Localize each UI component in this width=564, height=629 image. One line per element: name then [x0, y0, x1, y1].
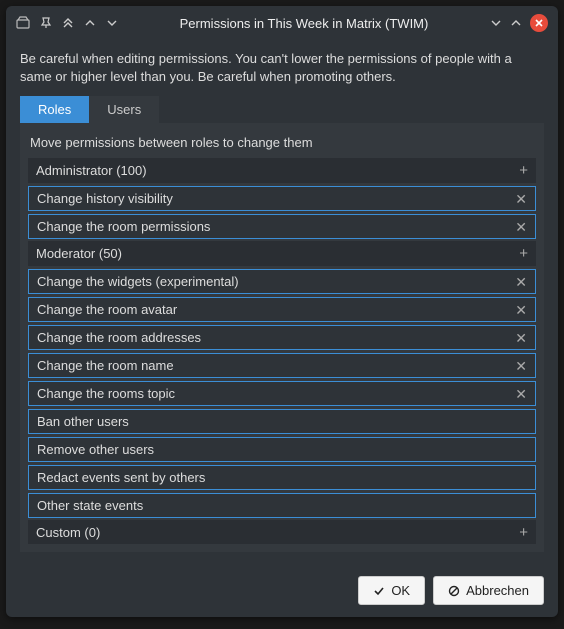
plus-icon[interactable]: + — [519, 246, 528, 261]
remove-icon[interactable]: ✕ — [515, 220, 527, 234]
permission-row[interactable]: Change the widgets (experimental) ✕ — [28, 269, 536, 294]
app-icon — [16, 16, 30, 30]
close-button[interactable] — [530, 14, 548, 32]
permission-row[interactable]: Change the room avatar ✕ — [28, 297, 536, 322]
chevron-up-icon[interactable] — [84, 17, 96, 29]
permission-label: Change the room addresses — [37, 330, 201, 345]
remove-icon[interactable]: ✕ — [515, 275, 527, 289]
permission-row[interactable]: Change the room name ✕ — [28, 353, 536, 378]
tabs: Roles Users — [20, 96, 159, 123]
plus-icon[interactable]: + — [519, 163, 528, 178]
chevron-down-small-icon[interactable] — [106, 17, 118, 29]
remove-icon[interactable]: ✕ — [515, 359, 527, 373]
pin-icon[interactable] — [40, 17, 52, 29]
permission-row[interactable]: Redact events sent by others — [28, 465, 536, 490]
permission-label: Ban other users — [37, 414, 129, 429]
permission-label: Other state events — [37, 498, 143, 513]
roles-panel: Move permissions between roles to change… — [20, 123, 544, 552]
ok-label: OK — [391, 583, 410, 598]
role-header[interactable]: Moderator (50) + — [28, 241, 536, 266]
permission-row[interactable]: Change history visibility ✕ — [28, 186, 536, 211]
close-icon — [534, 18, 544, 28]
double-chevron-up-icon[interactable] — [62, 17, 74, 29]
dialog-content: Be careful when editing permissions. You… — [6, 40, 558, 564]
role-header[interactable]: Administrator (100) + — [28, 158, 536, 183]
permission-row[interactable]: Change the room addresses ✕ — [28, 325, 536, 350]
permission-label: Change the room permissions — [37, 219, 210, 234]
permission-row[interactable]: Ban other users — [28, 409, 536, 434]
permission-label: Change history visibility — [37, 191, 173, 206]
role-label: Administrator (100) — [36, 163, 147, 178]
titlebar: Permissions in This Week in Matrix (TWIM… — [6, 6, 558, 40]
window-title: Permissions in This Week in Matrix (TWIM… — [118, 16, 490, 31]
ok-button[interactable]: OK — [358, 576, 425, 605]
remove-icon[interactable]: ✕ — [515, 303, 527, 317]
permission-row[interactable]: Other state events — [28, 493, 536, 518]
dialog-footer: OK Abbrechen — [6, 564, 558, 617]
role-label: Moderator (50) — [36, 246, 122, 261]
permission-label: Change the room name — [37, 358, 174, 373]
remove-icon[interactable]: ✕ — [515, 331, 527, 345]
permission-label: Change the widgets (experimental) — [37, 274, 239, 289]
permission-label: Redact events sent by others — [37, 470, 205, 485]
permission-row[interactable]: Change the room permissions ✕ — [28, 214, 536, 239]
check-icon — [373, 585, 385, 597]
permission-row[interactable]: Remove other users — [28, 437, 536, 462]
role-label: Custom (0) — [36, 525, 100, 540]
cancel-icon — [448, 585, 460, 597]
cancel-button[interactable]: Abbrechen — [433, 576, 544, 605]
titlebar-right-icons — [490, 14, 548, 32]
role-header[interactable]: Custom (0) + — [28, 520, 536, 544]
dialog-window: Permissions in This Week in Matrix (TWIM… — [6, 6, 558, 617]
tab-roles[interactable]: Roles — [20, 96, 89, 123]
permission-label: Change the rooms topic — [37, 386, 175, 401]
warning-text: Be careful when editing permissions. You… — [20, 50, 544, 86]
permission-label: Change the room avatar — [37, 302, 177, 317]
permission-label: Remove other users — [37, 442, 154, 457]
titlebar-left-icons — [16, 16, 118, 30]
chevron-up-right-icon[interactable] — [510, 17, 522, 29]
chevron-down-icon[interactable] — [490, 17, 502, 29]
panel-header: Move permissions between roles to change… — [28, 131, 536, 158]
tab-users[interactable]: Users — [89, 96, 159, 123]
permission-row[interactable]: Change the rooms topic ✕ — [28, 381, 536, 406]
plus-icon[interactable]: + — [519, 525, 528, 540]
cancel-label: Abbrechen — [466, 583, 529, 598]
remove-icon[interactable]: ✕ — [515, 387, 527, 401]
roles-list: Administrator (100) + Change history visib… — [28, 158, 536, 544]
remove-icon[interactable]: ✕ — [515, 192, 527, 206]
